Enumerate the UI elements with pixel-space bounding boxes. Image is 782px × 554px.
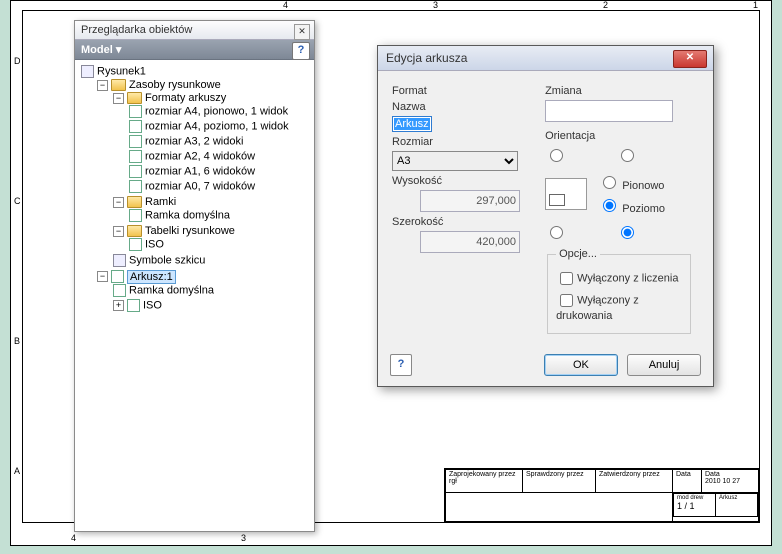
- ruler-top: 1: [753, 0, 758, 10]
- sheet-icon: [129, 120, 142, 133]
- help-icon[interactable]: ?: [292, 42, 310, 60]
- change-field[interactable]: [545, 100, 673, 122]
- ok-button[interactable]: OK: [544, 354, 618, 376]
- edit-sheet-dialog: Edycja arkusza ✕ Format Nazwa Arkusz Roz…: [377, 45, 714, 387]
- dialog-title-text: Edycja arkusza: [386, 51, 467, 65]
- orientation-heading: Orientacja: [545, 130, 693, 142]
- landscape-label: Poziomo: [622, 203, 665, 215]
- name-label: Nazwa: [392, 101, 542, 113]
- panel-title-text: Przeglądarka obiektów: [81, 24, 192, 36]
- tree-item[interactable]: Ramka domyślna: [129, 285, 214, 297]
- tree-root[interactable]: Rysunek1: [97, 66, 146, 78]
- size-select[interactable]: A3: [392, 151, 518, 171]
- table-icon: [129, 238, 142, 251]
- sheet-icon: [129, 150, 142, 163]
- orientation-preview: [545, 178, 587, 210]
- tree-item-selected[interactable]: Arkusz:1: [127, 270, 176, 284]
- tb-h: Sprawdzony przez: [523, 470, 596, 493]
- exclude-count-checkbox[interactable]: [560, 272, 573, 285]
- tree-item[interactable]: ISO: [145, 239, 164, 251]
- tree-item[interactable]: rozmiar A1, 6 widoków: [145, 166, 255, 178]
- frame-icon: [129, 209, 142, 222]
- tree-item[interactable]: Ramka domyślna: [145, 210, 230, 222]
- portrait-radio[interactable]: [603, 176, 616, 189]
- name-input-wrap: Arkusz: [392, 116, 432, 132]
- tree-item[interactable]: rozmiar A4, pionowo, 1 widok: [145, 106, 288, 118]
- tree-item[interactable]: Zasoby rysunkowe: [129, 79, 221, 91]
- frame-icon: [113, 284, 126, 297]
- tree-item[interactable]: ISO: [143, 300, 162, 312]
- width-label: Szerokość: [392, 216, 542, 228]
- tree-item[interactable]: Symbole szkicu: [129, 255, 205, 267]
- help-icon[interactable]: ?: [390, 354, 412, 376]
- orient-radio-bl[interactable]: [550, 226, 563, 239]
- orient-radio-tl[interactable]: [550, 149, 563, 162]
- exclude-print-checkbox[interactable]: [560, 294, 573, 307]
- tb-h: Zatwierdzony przez: [596, 470, 673, 493]
- height-field: [420, 190, 520, 212]
- symbols-icon: [113, 254, 126, 267]
- sheet-icon: [129, 180, 142, 193]
- dialog-titlebar[interactable]: Edycja arkusza ✕: [378, 46, 713, 71]
- tb-h: Data: [705, 471, 720, 478]
- sheet-icon: [129, 165, 142, 178]
- folder-icon: [127, 92, 142, 104]
- sheet-icon: [129, 105, 142, 118]
- tree-item[interactable]: Formaty arkuszy: [145, 92, 226, 104]
- object-tree[interactable]: Rysunek1 −Zasoby rysunkowe −Formaty arku…: [75, 60, 314, 528]
- collapse-toggle[interactable]: −: [113, 197, 124, 208]
- drawing-icon: [81, 65, 94, 78]
- landscape-radio[interactable]: [603, 199, 616, 212]
- tree-item[interactable]: Tabelki rysunkowe: [145, 225, 235, 237]
- orient-radio-br[interactable]: [621, 226, 634, 239]
- collapse-toggle[interactable]: −: [97, 271, 108, 282]
- ruler-top: 4: [283, 0, 288, 10]
- tree-item[interactable]: rozmiar A2, 4 widoków: [145, 151, 255, 163]
- folder-icon: [127, 196, 142, 208]
- folder-icon: [127, 225, 142, 237]
- panel-titlebar[interactable]: Przeglądarka obiektów ✕: [75, 21, 314, 40]
- tb-h: Data: [673, 470, 702, 493]
- tree-item[interactable]: rozmiar A3, 2 widoki: [145, 136, 243, 148]
- change-heading: Zmiana: [545, 85, 693, 97]
- ruler-top: 3: [433, 0, 438, 10]
- sheet-icon: [129, 135, 142, 148]
- ruler-left: D: [14, 56, 21, 66]
- exclude-count-label: Wyłączony z liczenia: [577, 272, 678, 284]
- expand-toggle[interactable]: +: [113, 300, 124, 311]
- height-label: Wysokość: [392, 175, 542, 187]
- title-block: Zaprojekowany przezrgł Sprawdzony przez …: [444, 468, 759, 522]
- options-group: Opcje... Wyłączony z liczenia Wyłączony …: [547, 248, 691, 334]
- sheet-icon: [111, 270, 124, 283]
- orient-radio-tr[interactable]: [621, 149, 634, 162]
- close-icon[interactable]: ✕: [673, 50, 707, 68]
- ruler-bottom: 4: [71, 533, 76, 543]
- tb-h: Zaprojekowany przez: [449, 471, 516, 478]
- size-label: Rozmiar: [392, 136, 542, 148]
- folder-icon: [111, 79, 126, 91]
- panel-subheader[interactable]: Model ▾ ?: [75, 40, 314, 60]
- tree-item[interactable]: Ramki: [145, 196, 176, 208]
- subheader-text: Model: [81, 44, 113, 56]
- table-icon: [127, 299, 140, 312]
- ruler-bottom: 3: [241, 533, 246, 543]
- name-field[interactable]: Arkusz: [394, 118, 430, 130]
- object-browser-panel: Przeglądarka obiektów ✕ Model ▾ ? Rysune…: [74, 20, 315, 532]
- collapse-toggle[interactable]: −: [113, 226, 124, 237]
- portrait-label: Pionowo: [622, 180, 664, 192]
- ruler-left: A: [14, 466, 20, 476]
- ruler-left: B: [14, 336, 20, 346]
- cancel-button[interactable]: Anuluj: [627, 354, 701, 376]
- format-heading: Format: [392, 85, 542, 97]
- ruler-top: 2: [603, 0, 608, 10]
- collapse-toggle[interactable]: −: [113, 93, 124, 104]
- options-heading: Opcje...: [556, 248, 600, 260]
- collapse-toggle[interactable]: −: [97, 80, 108, 91]
- width-field: [420, 231, 520, 253]
- tree-item[interactable]: rozmiar A4, poziomo, 1 widok: [145, 121, 289, 133]
- ruler-left: C: [14, 196, 21, 206]
- tree-item[interactable]: rozmiar A0, 7 widoków: [145, 181, 255, 193]
- close-icon[interactable]: ✕: [294, 24, 310, 40]
